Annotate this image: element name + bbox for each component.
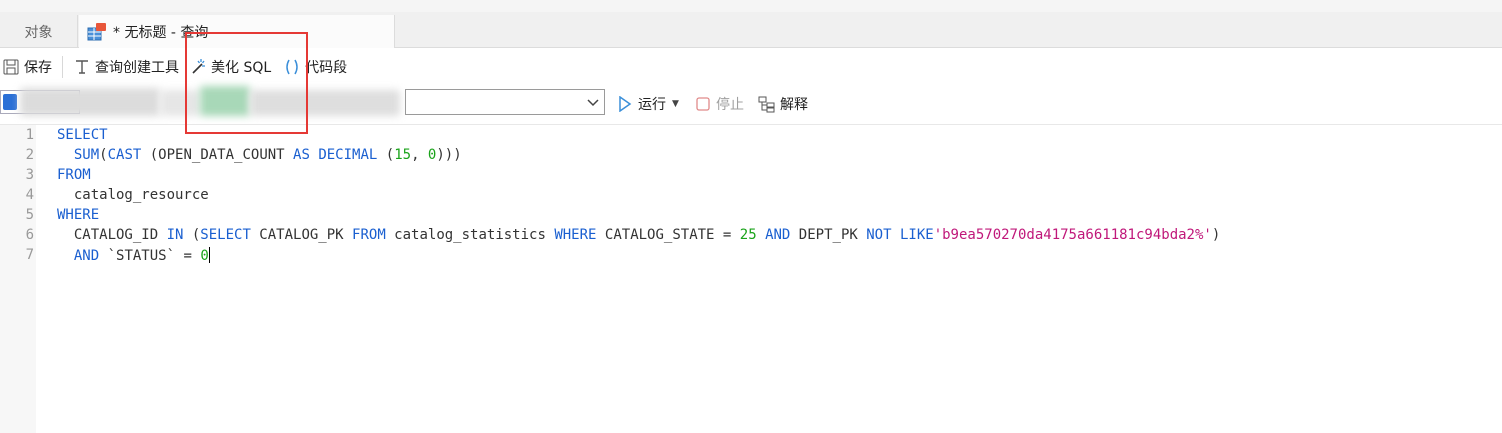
code-token: SELECT bbox=[57, 127, 108, 143]
code-token: CAST bbox=[107, 147, 142, 163]
explain-button[interactable]: 解释 bbox=[758, 91, 808, 117]
tab-objects-label: 对象 bbox=[24, 24, 53, 41]
query-builder-icon bbox=[73, 58, 91, 76]
connection-toolbar: 运行 ▼ 停止 解释 bbox=[0, 86, 1502, 120]
tab-objects[interactable]: 对象 bbox=[0, 15, 78, 48]
line-number: 3 bbox=[25, 167, 34, 183]
line-number: 6 bbox=[25, 227, 34, 243]
code-line: AND `STATUS` = 0 bbox=[57, 247, 210, 264]
database-select[interactable] bbox=[405, 89, 605, 115]
code-token: 15 bbox=[394, 147, 412, 163]
code-token: ( bbox=[377, 147, 395, 163]
line-number: 4 bbox=[25, 187, 34, 203]
code-token: FROM bbox=[57, 167, 91, 183]
line-number: 2 bbox=[25, 147, 34, 163]
code-token: ) bbox=[1211, 227, 1221, 243]
code-line: WHERE bbox=[57, 207, 99, 223]
stop-label: 停止 bbox=[716, 97, 744, 113]
code-token: IN bbox=[166, 227, 184, 243]
explain-icon bbox=[758, 95, 776, 113]
redacted-area bbox=[160, 90, 200, 116]
code-line: FROM bbox=[57, 167, 91, 183]
line-number: 7 bbox=[25, 247, 34, 263]
chevron-down-icon bbox=[586, 95, 600, 109]
editor-toolbar: 保存 查询创建工具 美化 SQL 代码段 bbox=[0, 48, 1502, 86]
line-number: 5 bbox=[25, 207, 34, 223]
save-button[interactable]: 保存 bbox=[2, 54, 52, 80]
code-token: CATALOG_STATE = bbox=[596, 227, 740, 243]
stop-button[interactable]: 停止 bbox=[694, 91, 744, 117]
code-token: AS bbox=[293, 147, 310, 163]
code-snippet-button[interactable]: 代码段 bbox=[283, 54, 347, 80]
stop-icon bbox=[694, 95, 712, 113]
main-menu-bar bbox=[0, 0, 1502, 12]
toolbar-divider bbox=[62, 56, 63, 78]
query-builder-button[interactable]: 查询创建工具 bbox=[73, 54, 179, 80]
code-line: CATALOG_ID IN (SELECT CATALOG_PK FROM ca… bbox=[57, 227, 1220, 243]
sql-editor[interactable]: 1 2 3 4 5 6 7 SELECT SUM(CAST (OPEN_DATA_COUNT … bbox=[0, 124, 1502, 433]
explain-label: 解释 bbox=[780, 97, 808, 113]
redacted-area bbox=[250, 90, 400, 116]
code-token: 25 bbox=[739, 227, 757, 243]
code-token: ( bbox=[99, 147, 108, 163]
code-token: AND bbox=[73, 248, 100, 264]
code-line: SELECT bbox=[57, 127, 108, 143]
code-line: catalog_resource bbox=[57, 187, 209, 203]
connection-icon bbox=[3, 94, 17, 110]
beautify-sql-label: 美化 SQL bbox=[211, 60, 272, 76]
code-token: SUM bbox=[73, 147, 100, 163]
tab-query-label: * 无标题 - 查询 bbox=[113, 24, 209, 41]
code-token: ( bbox=[183, 227, 201, 243]
code-token: WHERE bbox=[554, 227, 597, 243]
run-dropdown-icon[interactable]: ▼ bbox=[672, 99, 679, 109]
code-token: catalog_resource bbox=[57, 187, 209, 203]
code-token: DECIMAL bbox=[318, 147, 378, 163]
run-button[interactable]: 运行 ▼ bbox=[616, 91, 679, 117]
beautify-sql-button[interactable]: 美化 SQL bbox=[189, 54, 271, 80]
code-token: CATALOG_PK bbox=[250, 227, 353, 243]
code-token: AND bbox=[765, 227, 791, 243]
code-token: (OPEN_DATA_COUNT bbox=[141, 147, 294, 163]
query-builder-label: 查询创建工具 bbox=[95, 60, 179, 76]
code-token: , bbox=[411, 147, 428, 163]
text-caret bbox=[208, 247, 210, 263]
code-token: catalog_statistics bbox=[385, 227, 555, 243]
code-token: DEPT_PK bbox=[790, 227, 867, 243]
code-token: WHERE bbox=[57, 207, 100, 223]
code-token: 'b9ea570270da4175a661181c94bda2%' bbox=[933, 227, 1212, 243]
tab-query[interactable]: * 无标题 - 查询 bbox=[79, 15, 395, 48]
save-label: 保存 bbox=[24, 60, 52, 76]
code-snippet-label: 代码段 bbox=[305, 60, 348, 76]
magic-wand-icon bbox=[189, 58, 207, 76]
code-token: CATALOG_ID bbox=[57, 227, 167, 243]
code-token: SELECT bbox=[200, 227, 251, 243]
run-label: 运行 bbox=[638, 97, 666, 113]
play-icon bbox=[616, 95, 634, 113]
code-token: LIKE bbox=[899, 227, 934, 243]
tab-bar: 对象 * 无标题 - 查询 bbox=[0, 12, 1502, 48]
query-table-icon bbox=[87, 22, 107, 42]
save-icon bbox=[2, 58, 20, 76]
code-token: ))) bbox=[436, 147, 462, 163]
code-snippet-icon bbox=[283, 58, 301, 76]
line-number: 1 bbox=[25, 127, 34, 143]
code-line: SUM(CAST (OPEN_DATA_COUNT AS DECIMAL (15… bbox=[57, 147, 462, 163]
code-token: FROM bbox=[352, 227, 386, 243]
redacted-area bbox=[20, 88, 160, 116]
code-token: NOT bbox=[866, 227, 892, 243]
redacted-area bbox=[200, 86, 250, 116]
code-token: `STATUS` = bbox=[99, 248, 201, 264]
code-token: 0 bbox=[200, 248, 209, 264]
